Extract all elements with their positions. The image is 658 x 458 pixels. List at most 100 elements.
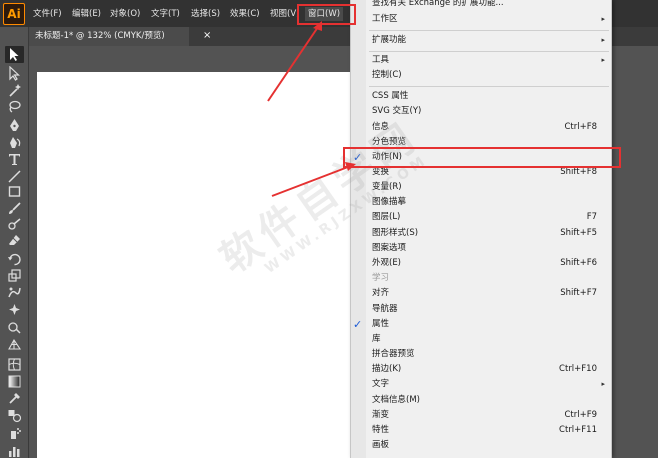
shaper-tool-icon[interactable]: [7, 217, 22, 232]
menu-item-label: 文档信息(M): [372, 395, 420, 405]
highlight-box-window-menu: [297, 4, 356, 25]
menu-item-navigator[interactable]: 导航器: [351, 302, 611, 317]
artboard[interactable]: [37, 72, 350, 458]
menu-item-info[interactable]: 信息 Ctrl+F8: [351, 120, 611, 135]
menu-select[interactable]: 选择(S): [191, 7, 220, 21]
menu-item-label: 文字: [372, 379, 390, 389]
menu-item-properties[interactable]: ✓ 属性: [351, 317, 611, 332]
menu-item-find-exchange-extensions[interactable]: 查找有关 Exchange 的扩展功能...: [351, 0, 611, 11]
menu-item-shortcut: Ctrl+F11: [559, 425, 597, 435]
menu-edit[interactable]: 编辑(E): [72, 7, 101, 21]
menu-item-attributes[interactable]: 特性 Ctrl+F11: [351, 423, 611, 438]
menu-item-label: 渐变: [372, 410, 390, 420]
mesh-tool-icon[interactable]: [7, 357, 22, 372]
menu-item-variables[interactable]: 变量(R): [351, 180, 611, 195]
eraser-tool-icon[interactable]: [7, 233, 22, 248]
menu-item-label: 变量(R): [372, 182, 402, 192]
warp-tool-icon[interactable]: [7, 285, 22, 300]
menu-item-shortcut: Ctrl+F8: [564, 122, 597, 132]
puppet-warp-tool-icon[interactable]: [7, 302, 22, 317]
canvas-area[interactable]: [29, 46, 350, 458]
menu-item-label: 属性: [372, 319, 390, 329]
menu-item-stroke[interactable]: 描边(K) Ctrl+F10: [351, 362, 611, 377]
menu-type[interactable]: 文字(T): [151, 7, 180, 21]
menu-item-label: 库: [372, 334, 381, 344]
menu-item-shortcut: Shift+F5: [560, 228, 597, 238]
column-graph-tool-icon[interactable]: [7, 444, 22, 458]
menu-item-shortcut: Ctrl+F9: [564, 410, 597, 420]
menu-item-label: SVG 交互(Y): [372, 106, 422, 116]
menu-item-libraries[interactable]: 库: [351, 332, 611, 347]
menu-item-appearance[interactable]: 外观(E) Shift+F6: [351, 256, 611, 271]
submenu-arrow-icon: ▸: [601, 56, 605, 64]
window-menu-dropdown: 查找有关 Exchange 的扩展功能... 工作区 ▸ 扩展功能 ▸ 工具 ▸…: [350, 0, 612, 458]
submenu-arrow-icon: ▸: [601, 380, 605, 388]
menu-item-label: 特性: [372, 425, 390, 435]
menu-item-artboards[interactable]: 画板: [351, 438, 611, 453]
menu-item-label: 图层(L): [372, 212, 401, 222]
symbol-sprayer-tool-icon[interactable]: [7, 426, 22, 441]
menu-item-label: 学习: [372, 273, 390, 283]
menu-item-svg-interactivity[interactable]: SVG 交互(Y): [351, 104, 611, 119]
selection-tool-icon[interactable]: [5, 46, 24, 63]
menu-item-label: 工作区: [372, 14, 398, 24]
submenu-arrow-icon: ▸: [601, 36, 605, 44]
direct-selection-tool-icon[interactable]: [7, 66, 22, 81]
menu-item-label: CSS 属性: [372, 91, 409, 101]
menu-item-flattener-preview[interactable]: 拼合器预览: [351, 347, 611, 362]
menu-item-document-info[interactable]: 文档信息(M): [351, 393, 611, 408]
menu-item-workspace[interactable]: 工作区 ▸: [351, 12, 611, 27]
menu-item-label: 对齐: [372, 288, 390, 298]
rotate-tool-icon[interactable]: [7, 252, 22, 267]
menu-item-align[interactable]: 对齐 Shift+F7: [351, 286, 611, 301]
menu-item-label: 工具: [372, 55, 390, 65]
menu-item-shortcut: Ctrl+F10: [559, 364, 597, 374]
menu-separator: [369, 86, 609, 87]
tools-panel: [0, 27, 29, 458]
menu-separator: [369, 51, 609, 52]
submenu-arrow-icon: ▸: [601, 15, 605, 23]
menu-item-label: 画板: [372, 440, 390, 450]
line-segment-tool-icon[interactable]: [7, 169, 22, 184]
menu-item-label: 导航器: [372, 304, 398, 314]
menu-item-pattern-options[interactable]: 图案选项: [351, 241, 611, 256]
menu-item-label: 查找有关 Exchange 的扩展功能...: [372, 0, 504, 8]
pen-tool-icon[interactable]: [7, 118, 22, 133]
menu-item-shortcut: Shift+F6: [560, 258, 597, 268]
rectangle-tool-icon[interactable]: [7, 184, 22, 199]
eyedropper-tool-icon[interactable]: [7, 391, 22, 406]
blend-tool-icon[interactable]: [7, 408, 22, 423]
menu-item-control[interactable]: 控制(C): [351, 68, 611, 83]
menu-item-label: 信息: [372, 122, 390, 132]
scale-tool-icon[interactable]: [7, 268, 22, 283]
menu-item-type[interactable]: 文字 ▸: [351, 377, 611, 392]
menu-item-gradient[interactable]: 渐变 Ctrl+F9: [351, 408, 611, 423]
curvature-tool-icon[interactable]: [7, 135, 22, 150]
type-tool-icon[interactable]: [7, 152, 22, 167]
perspective-grid-tool-icon[interactable]: [7, 337, 22, 352]
lasso-tool-icon[interactable]: [7, 99, 22, 114]
menu-object[interactable]: 对象(O): [110, 7, 140, 21]
menu-item-css-properties[interactable]: CSS 属性: [351, 89, 611, 104]
shape-builder-tool-icon[interactable]: [7, 320, 22, 335]
menu-item-extensions[interactable]: 扩展功能 ▸: [351, 33, 611, 48]
menu-item-layers[interactable]: 图层(L) F7: [351, 210, 611, 225]
menu-item-image-trace[interactable]: 图像描摹: [351, 195, 611, 210]
menu-item-label: 拼合器预览: [372, 349, 415, 359]
menu-item-tools[interactable]: 工具 ▸: [351, 53, 611, 68]
menu-view[interactable]: 视图(V): [270, 7, 299, 21]
menu-item-label: 图形样式(S): [372, 228, 419, 238]
document-tab[interactable]: 未标题-1* @ 132% (CMYK/预览): [29, 27, 189, 46]
gradient-tool-icon[interactable]: [7, 374, 22, 389]
illustrator-logo: Ai: [3, 3, 25, 25]
menu-item-label: 控制(C): [372, 70, 402, 80]
menu-item-learn: 学习: [351, 271, 611, 286]
magic-wand-tool-icon[interactable]: [7, 83, 22, 98]
close-icon[interactable]: ×: [203, 29, 211, 43]
menu-item-shortcut: Shift+F7: [560, 288, 597, 298]
paintbrush-tool-icon[interactable]: [7, 201, 22, 216]
menu-file[interactable]: 文件(F): [33, 7, 62, 21]
menu-item-label: 图像描摹: [372, 197, 407, 207]
menu-item-graphic-styles[interactable]: 图形样式(S) Shift+F5: [351, 226, 611, 241]
menu-effect[interactable]: 效果(C): [230, 7, 260, 21]
